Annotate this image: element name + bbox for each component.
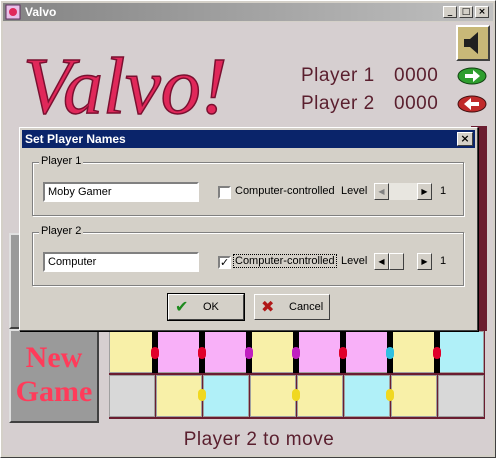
right-arrow-icon[interactable] (457, 67, 487, 85)
scroll-left-icon[interactable]: ◀ (374, 253, 389, 270)
board-cell[interactable] (156, 375, 202, 417)
app-window: Valvo _ □ × Valvo! Player 1 0000 Player … (0, 0, 496, 458)
player1-level-label: Level (341, 185, 368, 197)
board-cell[interactable] (250, 375, 296, 417)
close-button[interactable]: × (475, 6, 489, 18)
board-cell[interactable] (297, 331, 343, 373)
app-icon (5, 4, 21, 20)
new-game-line1: New (25, 341, 83, 374)
board-cell[interactable] (391, 331, 437, 373)
valve-peg[interactable] (245, 347, 253, 359)
board-cell[interactable] (344, 331, 390, 373)
player1-computer-label[interactable]: Computer-controlled (234, 185, 336, 197)
player1-group-label: Player 1 (39, 155, 84, 167)
valve-peg[interactable] (292, 347, 300, 359)
left-arrow-icon[interactable] (457, 95, 487, 113)
valve-peg[interactable] (386, 347, 394, 359)
scroll-left-icon[interactable]: ◀ (374, 183, 389, 200)
player2-level-slider[interactable]: ◀ ▶ (374, 253, 432, 270)
player2-computer-checkbox[interactable]: ✓ (218, 256, 231, 269)
player1-score: 0000 (394, 65, 439, 86)
player2-label: Player 2 (301, 93, 375, 114)
player1-group: Player 1 Moby Gamer Computer-controlled … (32, 155, 464, 216)
board-cell[interactable] (391, 375, 437, 417)
board-cell[interactable] (438, 331, 484, 373)
player1-level-value: 1 (440, 185, 447, 197)
cancel-label: Cancel (289, 301, 324, 313)
board-cell[interactable] (109, 331, 155, 373)
board-cell[interactable] (250, 331, 296, 373)
board-cell[interactable] (156, 331, 202, 373)
valve-peg[interactable] (198, 347, 206, 359)
board-cell[interactable] (109, 375, 155, 417)
logo-text: Valvo! (23, 43, 227, 129)
board-cell[interactable] (344, 375, 390, 417)
player1-name-input[interactable]: Moby Gamer (43, 182, 199, 202)
x-icon: ✖ (261, 297, 275, 316)
status-text: Player 2 to move (183, 429, 335, 450)
ok-label: OK (203, 301, 219, 313)
board-cell[interactable] (438, 375, 484, 417)
check-icon: ✔ (175, 297, 189, 316)
valve-peg[interactable] (433, 347, 441, 359)
board-cell[interactable] (297, 375, 343, 417)
valve-peg[interactable] (386, 389, 394, 401)
game-board[interactable] (109, 329, 485, 419)
title-bar[interactable]: Valvo _ □ × (3, 3, 493, 21)
scroll-right-icon[interactable]: ▶ (417, 253, 432, 270)
dialog-title: Set Player Names (25, 132, 126, 146)
cancel-button[interactable]: ✖ Cancel (254, 294, 330, 320)
window-title: Valvo (25, 5, 57, 19)
valve-peg[interactable] (151, 347, 159, 359)
player2-level-label: Level (341, 255, 368, 267)
player2-level-value: 1 (440, 255, 447, 267)
player2-group: Player 2 Computer ✓ Computer-controlled … (32, 225, 464, 286)
board-cell[interactable] (203, 331, 249, 373)
new-game-line2: Game (15, 375, 93, 408)
player2-computer-label[interactable]: Computer-controlled (233, 254, 337, 268)
sound-toggle-button[interactable] (456, 25, 490, 61)
dialog-close-button[interactable]: × (457, 132, 473, 146)
player2-group-label: Player 2 (39, 225, 84, 237)
set-player-names-dialog: Set Player Names × Player 1 Moby Gamer C… (19, 127, 478, 331)
dialog-title-bar[interactable]: Set Player Names × (22, 130, 475, 148)
player1-computer-checkbox[interactable] (218, 186, 231, 199)
player1-label: Player 1 (301, 65, 375, 86)
scroll-right-icon[interactable]: ▶ (417, 183, 432, 200)
ok-button[interactable]: ✔ OK (167, 293, 245, 321)
speaker-icon (464, 32, 478, 54)
player2-name-input[interactable]: Computer (43, 252, 199, 272)
scroll-thumb[interactable] (389, 253, 404, 270)
valve-peg[interactable] (339, 347, 347, 359)
minimize-button[interactable]: _ (443, 6, 457, 18)
player1-level-slider[interactable]: ◀ ▶ (374, 183, 432, 200)
valve-peg[interactable] (198, 389, 206, 401)
new-game-button[interactable]: New Game (9, 329, 99, 423)
valve-peg[interactable] (292, 389, 300, 401)
player2-score: 0000 (394, 93, 439, 114)
maximize-button[interactable]: □ (459, 6, 473, 18)
board-cell[interactable] (203, 375, 249, 417)
valvo-logo: Valvo! (22, 42, 228, 129)
